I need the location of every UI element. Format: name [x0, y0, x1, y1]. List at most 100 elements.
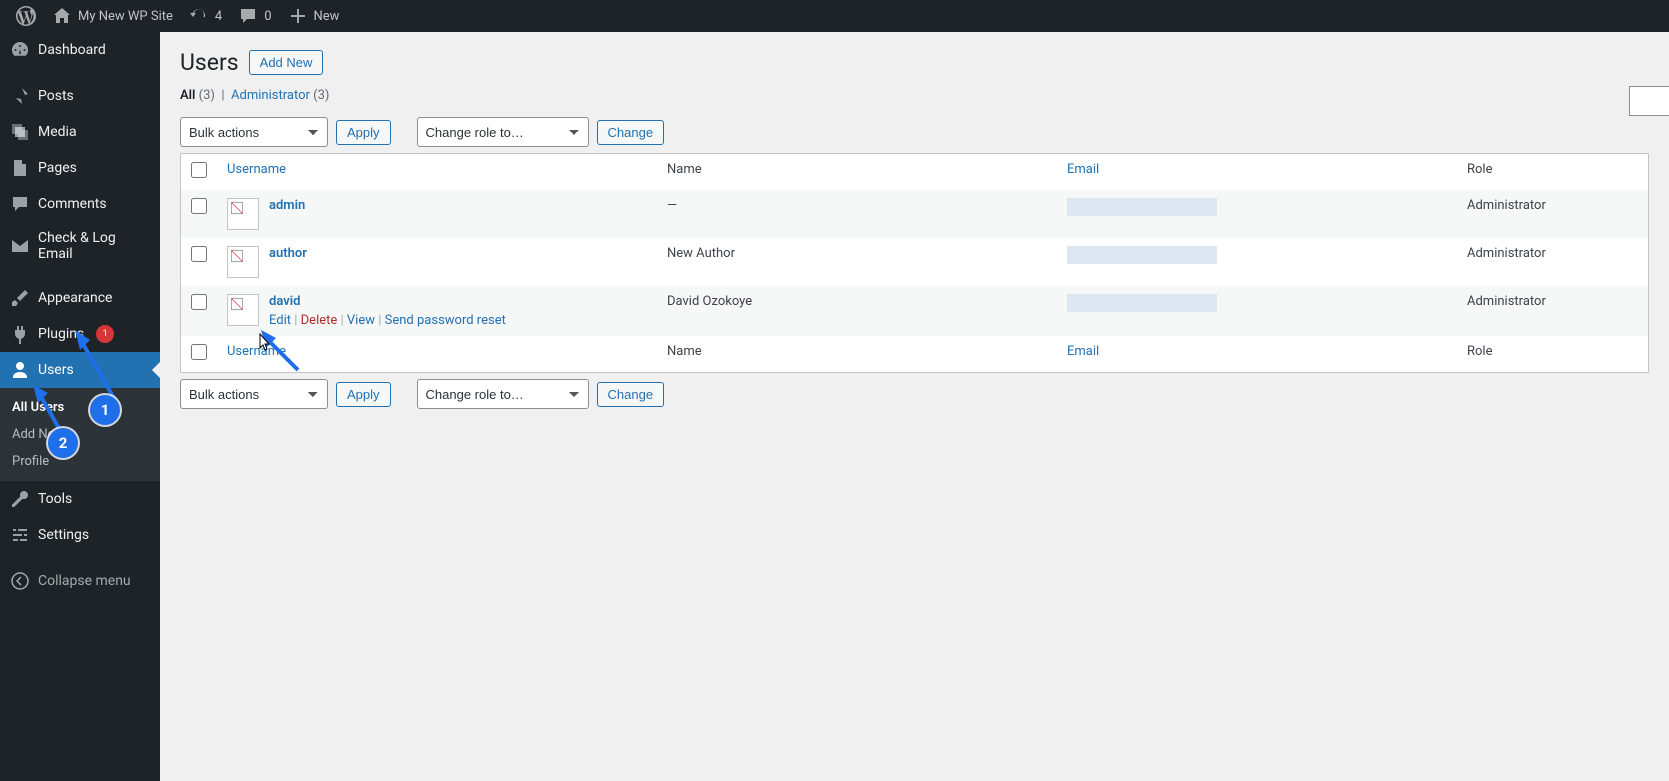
updates-count: 4 [215, 9, 222, 24]
page-title: Users [180, 49, 239, 76]
annotation-badge-1: 1 [90, 395, 120, 425]
media-icon [10, 122, 30, 142]
change-button[interactable]: Change [597, 120, 665, 145]
filter-admin-count: (3) [313, 88, 329, 103]
submenu-profile[interactable]: Profile [0, 448, 160, 475]
tablenav-bottom: Bulk actions Apply Change role to… Chang… [180, 373, 1649, 415]
bulk-actions-select-bottom[interactable]: Bulk actions [180, 379, 328, 409]
col-role: Role [1457, 154, 1648, 190]
bulk-actions-select[interactable]: Bulk actions [180, 117, 328, 147]
avatar [227, 246, 259, 278]
email-redacted [1067, 294, 1217, 312]
role-cell: Administrator [1457, 238, 1648, 286]
username-link[interactable]: david [269, 294, 300, 309]
sidebar-label: Comments [38, 196, 107, 212]
sidebar-label: Dashboard [38, 42, 106, 58]
sidebar-item-posts[interactable]: Posts [0, 78, 160, 114]
username-link[interactable]: admin [269, 198, 305, 213]
filter-links: All (3) | Administrator (3) [180, 88, 1649, 103]
collapse-menu[interactable]: Collapse menu [0, 563, 160, 599]
refresh-icon [189, 6, 209, 26]
col-email[interactable]: Email [1067, 162, 1099, 177]
row-checkbox[interactable] [191, 294, 207, 310]
row-delete[interactable]: Delete [301, 313, 338, 328]
updates[interactable]: 4 [181, 0, 230, 32]
select-all-top[interactable] [191, 162, 207, 178]
mail-icon [10, 236, 30, 256]
collapse-icon [10, 571, 30, 591]
sidebar-label: Users [38, 362, 74, 378]
row-checkbox[interactable] [191, 246, 207, 262]
plug-icon [10, 324, 30, 344]
pin-icon [10, 86, 30, 106]
broken-image-icon [230, 201, 244, 215]
collapse-label: Collapse menu [38, 573, 131, 589]
sidebar-item-comments[interactable]: Comments [0, 186, 160, 222]
name-cell: David Ozokoye [657, 286, 1057, 336]
content-area: Users Add New All (3) | Administrator (3… [160, 32, 1669, 781]
sidebar-label: Pages [38, 160, 77, 176]
comments-notif[interactable]: 0 [230, 0, 279, 32]
email-redacted [1067, 198, 1217, 216]
add-new-button[interactable]: Add New [249, 50, 324, 75]
row-actions: Edit | Delete | View | Send password res… [269, 313, 506, 328]
comments-count: 0 [264, 9, 271, 24]
change-button-bottom[interactable]: Change [597, 382, 665, 407]
sidebar-item-media[interactable]: Media [0, 114, 160, 150]
apply-button[interactable]: Apply [336, 120, 391, 145]
comment-icon [10, 194, 30, 214]
filter-admin[interactable]: Administrator [231, 88, 310, 103]
sidebar-label: Posts [38, 88, 74, 104]
row-checkbox[interactable] [191, 198, 207, 214]
sliders-icon [10, 525, 30, 545]
sidebar-item-settings[interactable]: Settings [0, 517, 160, 553]
user-icon [10, 360, 30, 380]
sidebar-item-appearance[interactable]: Appearance [0, 280, 160, 316]
role-cell: Administrator [1457, 286, 1648, 336]
change-role-select-bottom[interactable]: Change role to… [417, 379, 589, 409]
site-name[interactable]: My New WP Site [44, 0, 181, 32]
users-table: Username Name Email Role admin — Adminis… [180, 153, 1649, 373]
col-email-foot[interactable]: Email [1067, 344, 1099, 359]
sidebar-item-pages[interactable]: Pages [0, 150, 160, 186]
tablenav-top: Bulk actions Apply Change role to… Chang… [180, 111, 1649, 153]
col-role-foot: Role [1457, 336, 1648, 372]
submenu-add-new[interactable]: Add New [0, 421, 160, 448]
filter-all[interactable]: All [180, 88, 195, 103]
wp-logo[interactable] [8, 0, 44, 32]
row-edit[interactable]: Edit [269, 313, 291, 328]
sidebar-label: Appearance [38, 290, 112, 306]
filter-all-count: (3) [199, 88, 215, 103]
sidebar-item-dashboard[interactable]: Dashboard [0, 32, 160, 68]
row-send-reset[interactable]: Send password reset [385, 313, 506, 328]
table-row: admin — Administrator [181, 190, 1648, 238]
plus-icon [288, 6, 308, 26]
role-cell: Administrator [1457, 190, 1648, 238]
broken-image-icon [230, 297, 244, 311]
wordpress-icon [16, 6, 36, 26]
page-icon [10, 158, 30, 178]
name-cell: New Author [657, 238, 1057, 286]
col-username[interactable]: Username [227, 162, 286, 177]
sidebar-label: Settings [38, 527, 89, 543]
home-icon [52, 6, 72, 26]
username-link[interactable]: author [269, 246, 307, 261]
search-input[interactable] [1629, 86, 1669, 116]
new-label: New [314, 9, 340, 24]
apply-button-bottom[interactable]: Apply [336, 382, 391, 407]
admin-bar: My New WP Site 4 0 New [0, 0, 1669, 32]
name-cell: — [657, 190, 1057, 238]
cursor-icon [256, 333, 272, 353]
brush-icon [10, 288, 30, 308]
sidebar-item-check-email[interactable]: Check & Log Email [0, 222, 160, 270]
wrench-icon [10, 489, 30, 509]
sidebar-item-tools[interactable]: Tools [0, 481, 160, 517]
select-all-bottom[interactable] [191, 344, 207, 360]
change-role-select[interactable]: Change role to… [417, 117, 589, 147]
sidebar-label: Check & Log Email [38, 230, 150, 262]
dashboard-icon [10, 40, 30, 60]
sidebar-label: Tools [38, 491, 72, 507]
new-content[interactable]: New [280, 0, 348, 32]
row-view[interactable]: View [347, 313, 375, 328]
avatar [227, 294, 259, 326]
